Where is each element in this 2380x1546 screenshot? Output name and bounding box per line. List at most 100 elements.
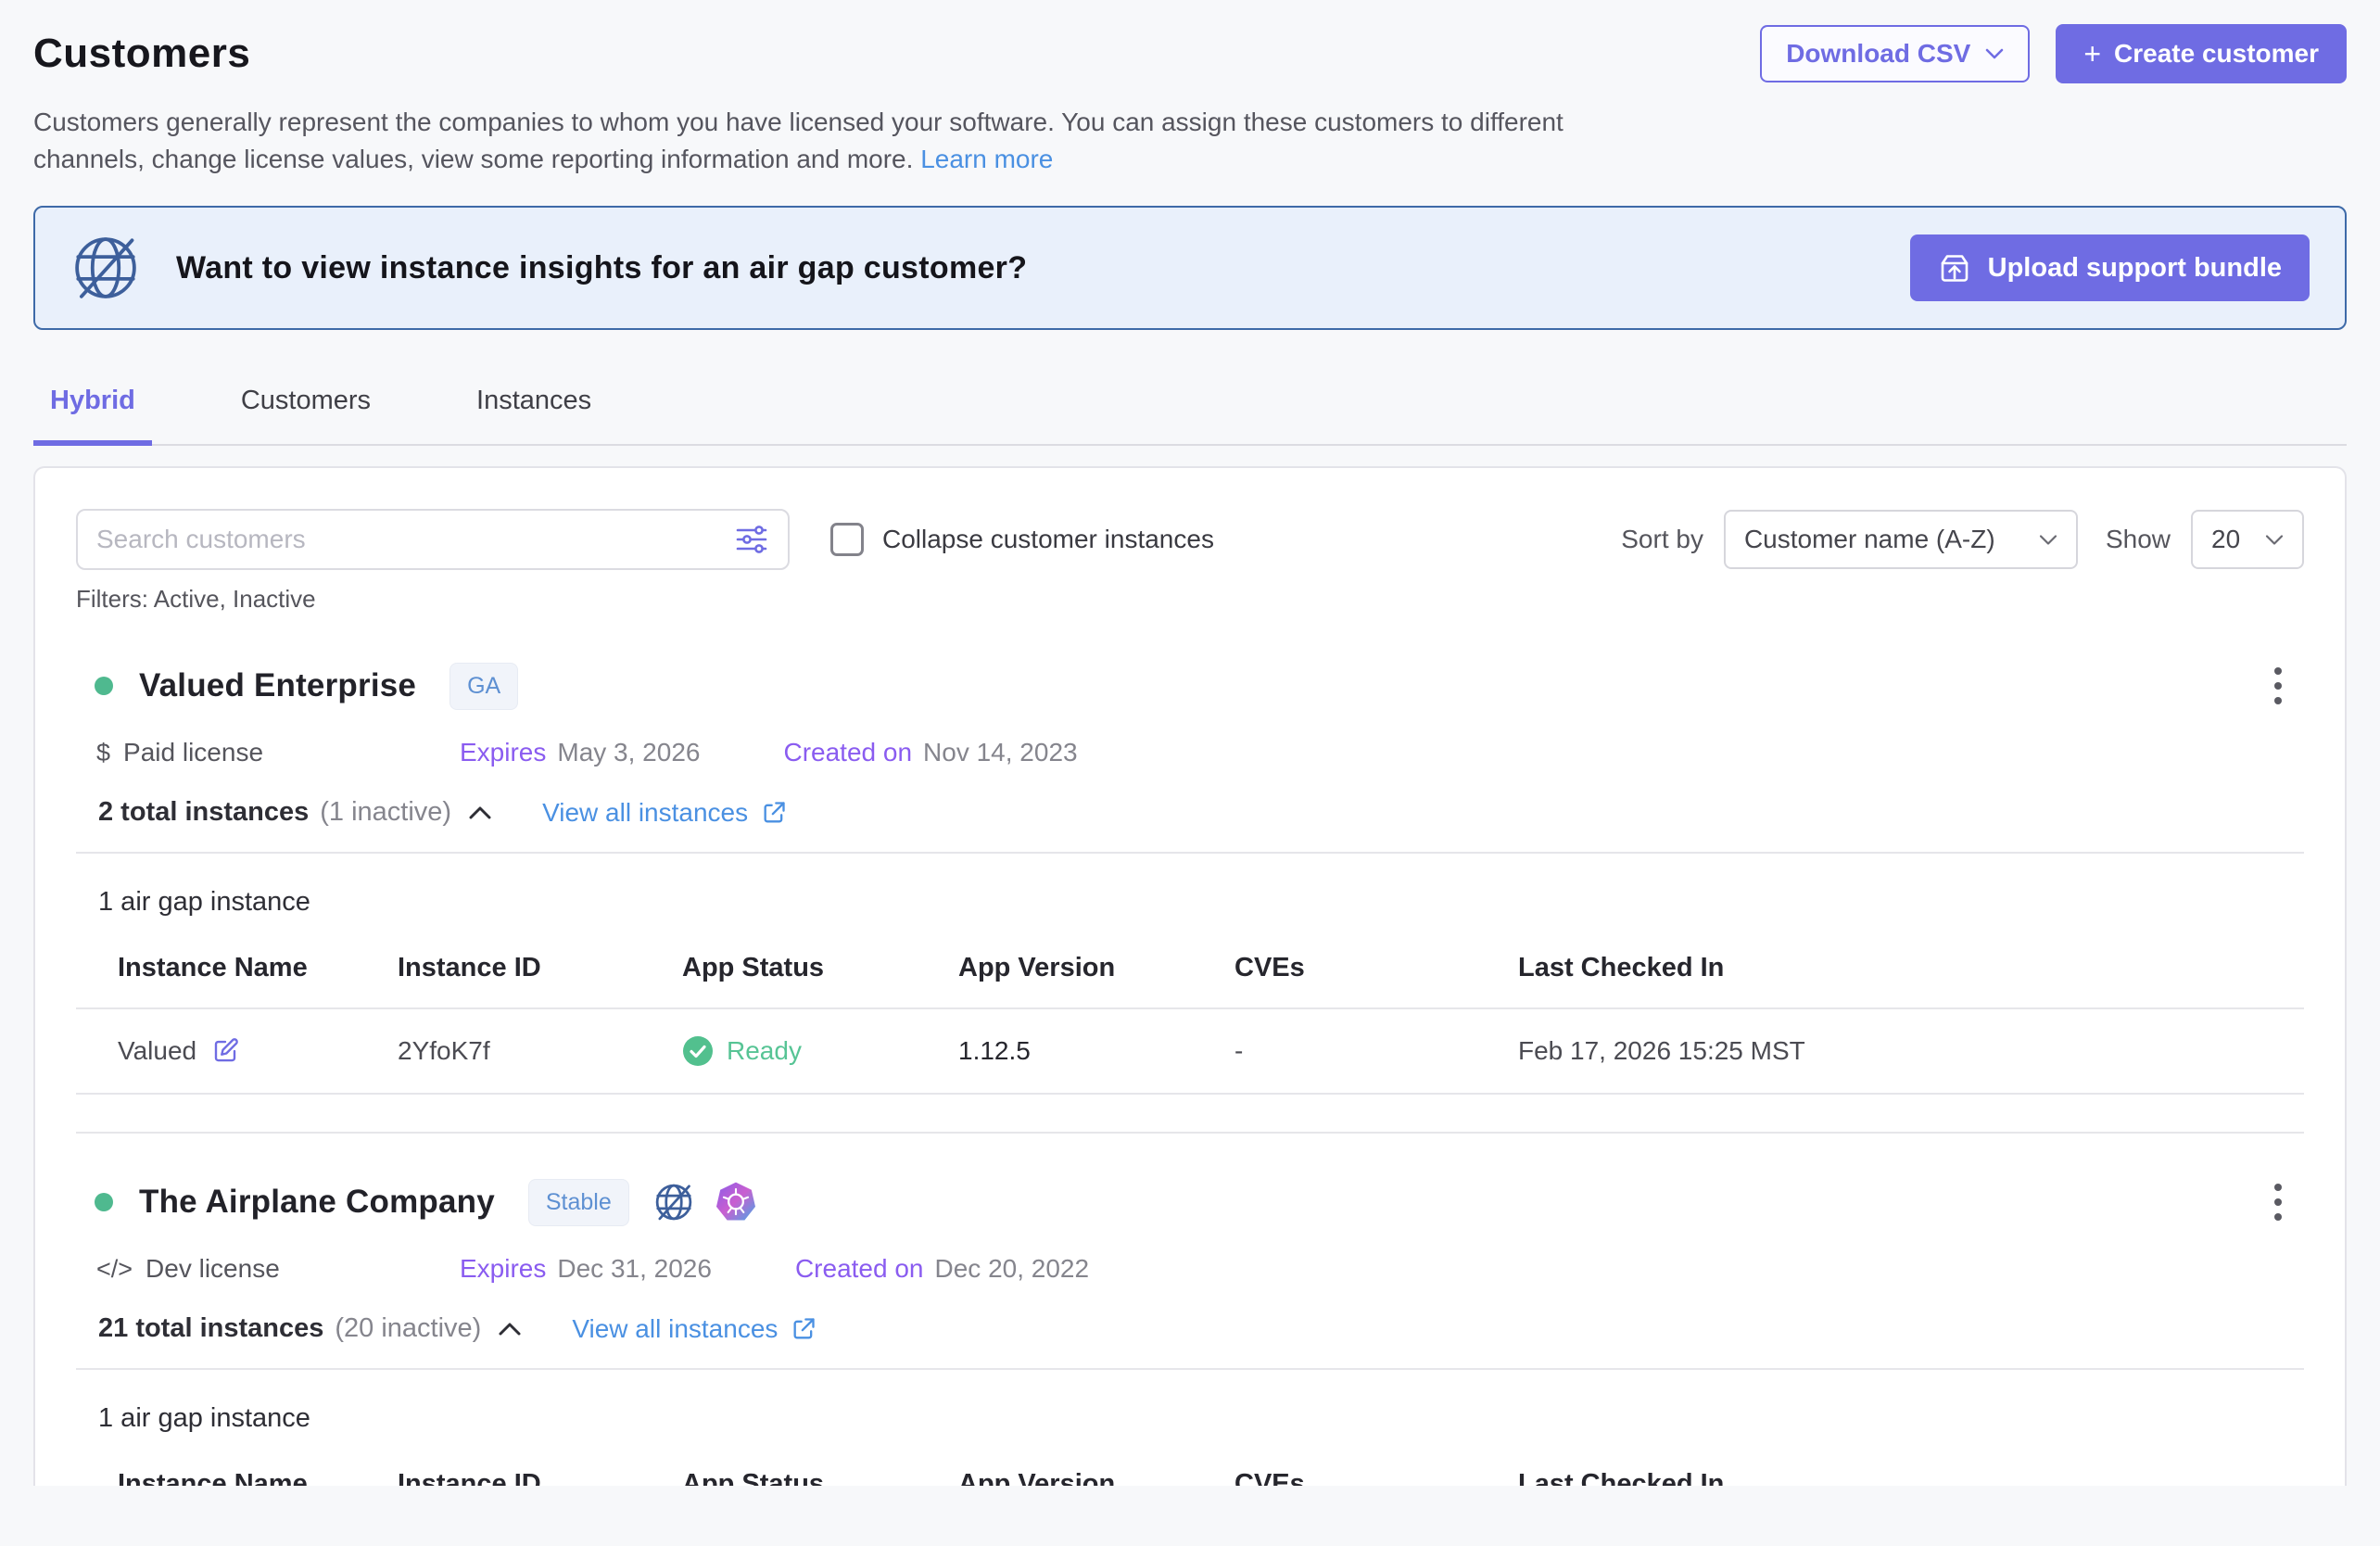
expires-value: Dec 31, 2026 [557,1254,712,1284]
external-link-icon [791,1316,817,1342]
sort-by-label: Sort by [1621,525,1703,554]
col-cves: CVEs [1234,953,1518,983]
section-divider [76,1132,2304,1134]
inactive-instances-text: (1 inactive) [320,797,451,828]
header-actions: Download CSV + Create customer [1760,24,2347,83]
show-select[interactable]: 20 [2191,510,2304,569]
expires-info: Expires May 3, 2026 [460,738,700,767]
create-customer-label: Create customer [2114,39,2319,69]
upload-support-bundle-button[interactable]: Upload support bundle [1910,234,2310,301]
col-last-checked-in: Last Checked In [1518,953,2304,983]
tab-customers[interactable]: Customers [224,373,387,446]
airgap-banner: Want to view instance insights for an ai… [33,206,2347,330]
view-all-instances-label: View all instances [572,1314,778,1344]
col-app-status: App Status [682,1469,958,1486]
col-instance-name: Instance Name [118,953,398,983]
instances-table: Instance Name Instance ID App Status App… [76,1469,2304,1486]
upload-icon [1938,251,1971,285]
show-label: Show [2106,525,2171,554]
created-info: Created on Dec 20, 2022 [795,1254,1089,1284]
customer-type-icons [653,1181,757,1223]
expires-label: Expires [460,1254,546,1284]
customers-page: Customers Download CSV + Create customer… [0,0,2380,1546]
ready-check-icon [682,1035,714,1067]
app-status-cell: Ready [682,1035,958,1067]
created-on-label: Created on [795,1254,924,1284]
tab-instances[interactable]: Instances [460,373,608,446]
banner-heading: Want to view instance insights for an ai… [176,250,1027,286]
expires-label: Expires [460,738,546,767]
table-row: Valued 2YfoK7f Ready [76,1009,2304,1095]
created-on-label: Created on [783,738,912,767]
cves-value: - [1234,1036,1518,1066]
page-description: Customers generally represent the compan… [33,104,1674,178]
collapse-instances-checkbox[interactable] [830,523,864,556]
upload-support-bundle-label: Upload support bundle [1988,253,2282,284]
inactive-instances-text: (20 inactive) [335,1313,481,1344]
total-instances-text: 2 total instances [98,797,309,828]
edit-icon[interactable] [211,1037,239,1065]
external-link-icon [761,800,787,826]
page-header: Customers Download CSV + Create customer [33,0,2347,83]
page-description-text: Customers generally represent the compan… [33,108,1563,173]
created-on-value: Dec 20, 2022 [935,1254,1090,1284]
filter-sliders-icon[interactable] [734,522,769,557]
customer-header: The Airplane Company Stable [76,1174,2304,1230]
toolbar: Collapse customer instances Sort by Cust… [76,468,2304,570]
expires-info: Expires Dec 31, 2026 [460,1254,712,1284]
created-on-value: Nov 14, 2023 [923,738,1078,767]
airgap-globe-icon [653,1182,694,1223]
customer-section-the-airplane-company: The Airplane Company Stable [76,1174,2304,1486]
view-all-instances-link[interactable]: View all instances [542,798,787,828]
customer-menu-button[interactable] [2265,658,2291,714]
channel-badge-ga: GA [449,663,518,710]
sort-by-value: Customer name (A-Z) [1744,525,1995,554]
search-customers-box [76,509,790,570]
customer-menu-button[interactable] [2265,1174,2291,1230]
instances-table-header: Instance Name Instance ID App Status App… [76,1469,2304,1486]
show-value: 20 [2211,525,2240,554]
col-app-status: App Status [682,953,958,983]
customer-name[interactable]: The Airplane Company [139,1184,495,1221]
view-all-instances-link[interactable]: View all instances [572,1314,817,1344]
license-type: </> Dev license [96,1254,402,1284]
collapse-chevron-up-icon[interactable] [498,1322,522,1337]
customer-section-valued-enterprise: Valued Enterprise GA $ Paid license Expi… [76,658,2304,1095]
collapse-instances-toggle[interactable]: Collapse customer instances [830,523,1214,556]
col-last-checked-in: Last Checked In [1518,1469,2304,1486]
created-info: Created on Nov 14, 2023 [783,738,1077,767]
customers-card: Collapse customer instances Sort by Cust… [33,466,2347,1486]
col-cves: CVEs [1234,1469,1518,1486]
chevron-down-icon [1985,47,2004,60]
customer-meta-row: $ Paid license Expires May 3, 2026 Creat… [76,738,2304,767]
customer-header: Valued Enterprise GA [76,658,2304,714]
dollar-icon: $ [96,739,110,767]
instances-summary-row: 21 total instances (20 inactive) View al… [98,1313,2304,1344]
instances-summary-row: 2 total instances (1 inactive) View all … [98,797,2304,828]
col-instance-id: Instance ID [398,1469,682,1486]
col-instance-id: Instance ID [398,953,682,983]
chevron-down-icon [2039,534,2057,546]
search-input[interactable] [96,525,734,554]
download-csv-button[interactable]: Download CSV [1760,25,2030,82]
download-csv-label: Download CSV [1786,39,1970,69]
kubernetes-icon [715,1181,757,1223]
create-customer-button[interactable]: + Create customer [2056,24,2347,83]
divider [76,852,2304,854]
customer-name[interactable]: Valued Enterprise [139,667,416,704]
airgap-instances-heading: 1 air gap instance [98,887,2304,918]
channel-badge-stable: Stable [528,1179,629,1226]
collapse-chevron-up-icon[interactable] [468,805,492,820]
active-filters-text: Filters: Active, Inactive [76,585,2304,614]
learn-more-link[interactable]: Learn more [920,145,1053,173]
airgap-instances-heading: 1 air gap instance [98,1403,2304,1434]
sort-by-select[interactable]: Customer name (A-Z) [1724,510,2078,569]
tab-bar: Hybrid Customers Instances [33,373,2347,446]
instance-name: Valued [118,1036,196,1066]
col-app-version: App Version [958,1469,1234,1486]
app-status-text: Ready [727,1036,802,1066]
view-all-instances-label: View all instances [542,798,748,828]
airgap-globe-icon [70,233,141,303]
tab-hybrid[interactable]: Hybrid [33,373,152,446]
instances-table: Instance Name Instance ID App Status App… [76,953,2304,1095]
